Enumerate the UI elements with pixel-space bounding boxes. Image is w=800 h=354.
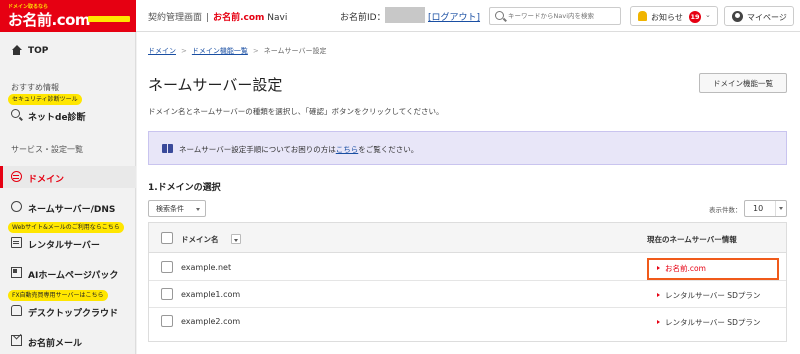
sort-icon[interactable] [231, 234, 241, 244]
table-header: ドメイン名 現在のネームサーバー情報 [149, 223, 786, 253]
main-content: ドメイン > ドメイン機能一覧 > ネームサーバー設定 ネームサーバー設定 ドメイン機能… [137, 32, 800, 354]
row-checkbox[interactable] [161, 288, 173, 300]
search-icon [11, 109, 20, 118]
sidebar-item-label: お名前メール [28, 339, 83, 349]
logo-sub-banner [88, 16, 130, 22]
col-domain-header: ドメイン名 [181, 235, 219, 244]
homepage-icon [11, 267, 22, 278]
sidebar-item-label: ドメイン [28, 175, 65, 185]
sidebar-section-services: サービス・設定一覧 [11, 145, 83, 154]
sidebar-item-label: ネットde診断 [28, 113, 86, 123]
table-row[interactable]: example2.com レンタルサーバー SDプラン [149, 308, 786, 335]
server-icon [11, 237, 22, 248]
sidebar-item-label: AIホームページパック [28, 271, 119, 281]
book-icon [162, 144, 173, 153]
logout-link[interactable]: [ログアウト] [428, 10, 480, 23]
mail-icon [11, 335, 22, 346]
domain-name: example1.com [181, 290, 241, 299]
person-icon [732, 11, 743, 22]
sidebar-item-domain[interactable]: ドメイン [0, 166, 136, 188]
notice-count-badge: 19 [689, 11, 701, 23]
row-checkbox[interactable] [161, 315, 173, 327]
globe-icon [11, 201, 22, 212]
breadcrumb: ドメイン > ドメイン機能一覧 > ネームサーバー設定 [148, 47, 327, 55]
nameserver-info[interactable]: レンタルサーバー SDプラン [657, 290, 760, 301]
chevron-down-icon: ⌄ [705, 11, 711, 19]
triangle-right-icon [657, 266, 660, 270]
caret-down-icon [779, 207, 783, 210]
breadcrumb-domain-features[interactable]: ドメイン機能一覧 [192, 47, 248, 55]
select-all-checkbox[interactable] [161, 232, 173, 244]
notice-label: お知らせ [651, 13, 683, 22]
brand-name: お名前.com [213, 13, 265, 23]
filter-dropdown[interactable]: 検索条件 [148, 200, 206, 217]
filter-label: 検索条件 [156, 205, 184, 213]
sidebar-section-recommend: おすすめ情報 [11, 83, 59, 92]
sidebar: TOP おすすめ情報 セキュリティ診断ツール ネットde診断 サービス・設定一覧… [0, 32, 136, 354]
col-ns-header: 現在のネームサーバー情報 [647, 235, 737, 244]
cloud-icon [11, 305, 22, 316]
triangle-right-icon [657, 293, 660, 297]
sidebar-item-onamae-mail[interactable]: お名前メール [0, 330, 136, 352]
caret-down-icon [196, 208, 200, 211]
row-checkbox[interactable] [161, 261, 173, 273]
nameserver-info[interactable]: お名前.com [657, 263, 706, 274]
domain-name: example2.com [181, 317, 241, 326]
sidebar-item-rental-server[interactable]: レンタルサーバー [0, 232, 136, 254]
per-page-select[interactable]: 10 [744, 200, 787, 217]
domain-name: example.net [181, 263, 232, 272]
mypage-button[interactable]: マイページ [724, 6, 794, 26]
triangle-right-icon [657, 320, 660, 324]
sidebar-item-desktop-cloud[interactable]: デスクトップクラウド [0, 300, 136, 322]
onamae-logo[interactable]: ドメイン取るなら お名前.com [0, 0, 136, 32]
navi-search[interactable] [489, 7, 621, 25]
help-link[interactable]: こちら [336, 145, 359, 154]
user-id-redacted [385, 7, 425, 23]
page-title: ネームサーバー設定 [148, 76, 283, 94]
domain-features-button[interactable]: ドメイン機能一覧 [699, 73, 787, 93]
sidebar-item-label: デスクトップクラウド [28, 309, 119, 319]
home-icon [11, 45, 22, 56]
id-label: お名前ID： [340, 13, 386, 23]
sidebar-item-label: ネームサーバー/DNS [28, 205, 116, 215]
table-row[interactable]: example.net お名前.com [149, 254, 786, 281]
table-row[interactable]: example1.com レンタルサーバー SDプラン [149, 281, 786, 308]
sidebar-item-top[interactable]: TOP [0, 40, 136, 62]
per-page-value: 10 [753, 204, 764, 213]
domain-icon [11, 171, 22, 182]
notice-button[interactable]: お知らせ 19 ⌄ [630, 6, 718, 26]
per-page-label: 表示件数： [709, 206, 742, 214]
header-title: 契約管理画面 | お名前.com Navi [148, 13, 288, 23]
bell-icon [638, 11, 647, 21]
sidebar-item-nameserver-dns[interactable]: ネームサーバー/DNS [0, 196, 136, 218]
top-header: ドメイン取るなら お名前.com 契約管理画面 | お名前.com Navi お名前… [0, 0, 800, 32]
domain-table: ドメイン名 現在のネームサーバー情報 example.net お名前.com e… [148, 222, 787, 342]
brand-suffix: Navi [267, 13, 288, 23]
sidebar-item-ai-homepage[interactable]: AIホームページパック [0, 262, 136, 284]
breadcrumb-current: ネームサーバー設定 [263, 47, 327, 55]
mypage-label: マイページ [747, 13, 787, 22]
breadcrumb-domain[interactable]: ドメイン [148, 47, 176, 55]
sidebar-item-label: レンタルサーバー [28, 241, 100, 251]
sidebar-item-net-de-shindan[interactable]: ネットde診断 [0, 104, 136, 126]
search-input[interactable] [508, 10, 618, 22]
contract-mgmt-label: 契約管理画面 [148, 13, 203, 23]
section-title-domain-select: 1.ドメインの選択 [148, 183, 221, 193]
search-icon [495, 11, 504, 20]
nameserver-info[interactable]: レンタルサーバー SDプラン [657, 317, 760, 328]
logo-name: お名前.com [8, 11, 91, 29]
help-info-text: ネームサーバー設定手順についてお困りの方はこちらをご覧ください。 [179, 145, 419, 154]
page-description: ドメイン名とネームサーバーの種類を選択し、「確認」ボタンをクリックしてください。 [148, 107, 444, 116]
sidebar-item-label: TOP [28, 46, 49, 56]
help-info-box: ネームサーバー設定手順についてお困りの方はこちらをご覧ください。 [148, 131, 787, 165]
